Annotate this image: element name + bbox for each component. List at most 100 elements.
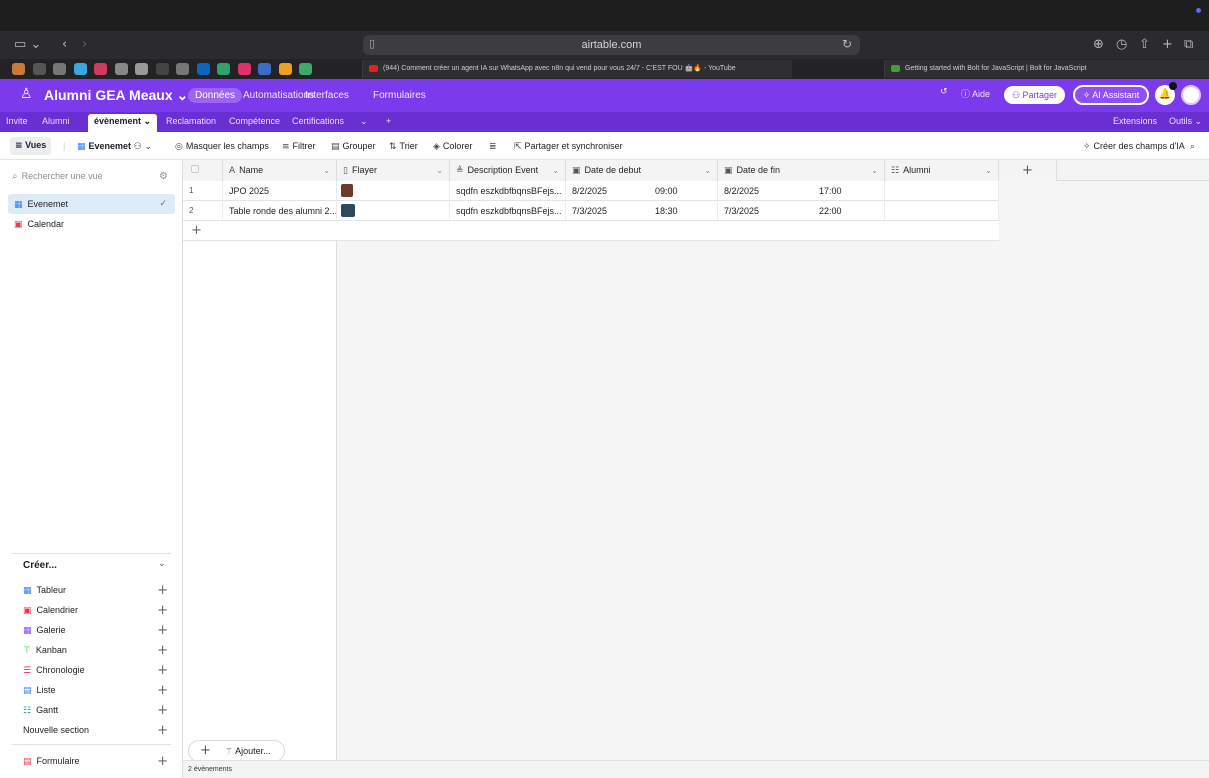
favorite-site-icon[interactable] [217,63,230,75]
cell-end-date[interactable]: 8/2/2025 [718,181,813,201]
nav-interfaces[interactable]: Interfaces [298,88,356,103]
cell-end-time[interactable]: 22:00 [813,201,885,221]
cell-alumni[interactable] [885,181,999,201]
views-toggle-button[interactable]: ≡ Vues [10,137,52,155]
tools-button[interactable]: Outils ⌄ [1169,116,1202,127]
group-button[interactable]: ▤ Grouper [331,141,376,152]
add-field-icon[interactable]: + [999,160,1057,181]
favorite-site-icon[interactable] [32,63,46,75]
cell-start-time[interactable]: 09:00 [649,181,718,201]
cell-start-date[interactable]: 7/3/2025 [566,201,649,221]
favorite-site-icon[interactable] [237,63,251,75]
tab-certifications[interactable]: Certifications [292,116,344,126]
cell-start-time[interactable]: 18:30 [649,201,718,221]
cell-name[interactable]: Table ronde des alumni 2... [223,201,337,221]
row-height-icon[interactable]: ≣ [489,141,500,152]
favorite-site-icon[interactable] [155,63,169,75]
color-button[interactable]: ◈ Colorer [433,141,472,152]
search-icon[interactable]: ⌕ [1190,141,1198,152]
create-nouvelle-section[interactable]: Nouvelle section + [23,723,168,738]
create-gantt[interactable]: ☷ Gantt + [23,703,168,718]
forward-icon[interactable]: › [82,37,87,53]
favorite-site-icon[interactable] [258,63,271,75]
notification-bell-icon[interactable]: 🔔 [1155,82,1177,105]
favorite-site-icon[interactable] [278,63,292,75]
ai-assistant-button[interactable]: ✧ AI Assistant [1073,85,1149,105]
create-chronologie[interactable]: ☰ Chronologie + [23,663,168,678]
share-button[interactable]: ⚇ Partager [1004,86,1065,104]
tab-invite[interactable]: Invite [6,116,28,126]
sidebar-toggle-icon[interactable]: ▭ ⌄ [14,37,41,53]
column-header-date-debut[interactable]: ▣ Date de debut ⌄ [566,160,718,181]
cell-end-date[interactable]: 7/3/2025 [718,201,813,221]
browser-tab-youtube[interactable]: (944) Comment créer un agent IA sur What… [362,60,792,78]
help-button[interactable]: ⓘ Aide [961,87,990,100]
create-tableur[interactable]: ▦ Tableur + [23,583,168,598]
flyer-thumbnail[interactable] [341,204,355,217]
column-header-alumni[interactable]: ☷ Alumni ⌄ [885,160,999,181]
create-liste[interactable]: ▤ Liste + [23,683,168,698]
favorite-site-icon[interactable] [94,63,107,75]
address-bar[interactable]: ▯ airtable.com ↻ [363,35,860,55]
column-header-description[interactable]: ≜ Description Event ⌄ [450,160,566,181]
sidebar-view-evenemet[interactable]: ▦ Evenemet ✓ [8,194,175,214]
hide-fields-button[interactable]: ◎ Masquer les champs [175,141,269,152]
settings-icon[interactable]: ⚙ [159,171,168,182]
ai-fields-button[interactable]: ✧ Créer des champs d'IA [1083,141,1185,152]
cell-alumni[interactable] [885,201,999,221]
favorite-site-icon[interactable] [176,63,189,75]
nav-donnees[interactable]: Données [188,88,243,103]
favorite-site-icon[interactable] [299,63,312,75]
search-view-input[interactable]: ⌕ Rechercher une vue ⚙ [12,171,172,189]
cell-end-time[interactable]: 17:00 [813,181,885,201]
sidebar-view-calendar[interactable]: ▣ Calendar [8,214,175,234]
sort-button[interactable]: ⇅ Trier [389,141,418,152]
cell-flayer[interactable] [337,181,450,201]
favorite-site-icon[interactable] [12,63,25,75]
tab-alumni[interactable]: Alumni [42,116,70,126]
more-tables-icon[interactable]: ⌄ [360,116,368,127]
create-galerie[interactable]: ▦ Galerie + [23,623,168,638]
download-icon[interactable]: ⊕ [1093,37,1104,53]
add-record-button[interactable]: + ⚚ Ajouter... [188,740,285,762]
add-record-row[interactable]: + [183,221,999,241]
browser-tab-bolt[interactable]: Getting started with Bolt for JavaScript… [884,60,1209,78]
current-view-button[interactable]: ▦ Evenemet ⚇ ⌄ [77,141,155,152]
base-name[interactable]: Alumni GEA Meaux ⌄ [44,87,188,104]
cell-description[interactable]: sqdfn eszkdbfbqnsBFejs... [450,201,566,221]
select-all-checkbox[interactable] [183,160,223,181]
column-header-date-fin[interactable]: ▣ Date de fin ⌄ [718,160,885,181]
tab-reclamation[interactable]: Reclamation [166,116,216,126]
share-icon[interactable]: ⇧ [1139,37,1150,53]
column-header-name[interactable]: A Name ⌄ [223,160,337,181]
table-row[interactable]: 2 Table ronde des alumni 2... sqdfn eszk… [183,201,999,221]
share-sync-button[interactable]: ⇱ Partager et synchroniser [514,141,623,152]
avatar[interactable] [1181,85,1201,105]
tab-competence[interactable]: Compétence [229,116,280,126]
cell-description[interactable]: sqdfn eszkdbfbqnsBFejs... [450,181,566,201]
favorite-site-icon[interactable] [53,63,66,75]
cell-start-date[interactable]: 8/2/2025 [566,181,649,201]
back-icon[interactable]: ‹ [62,37,67,53]
column-header-flayer[interactable]: ▯ Flayer ⌄ [337,160,450,181]
filter-button[interactable]: ≡ Filtrer [282,141,316,152]
create-calendrier[interactable]: ▣ Calendrier + [23,603,168,618]
create-formulaire[interactable]: ▤ Formulaire + [23,754,168,769]
chevron-down-icon[interactable]: ⌄ [158,559,166,569]
favorite-site-icon[interactable] [135,63,148,75]
tabs-overview-icon[interactable]: ⧉ [1184,37,1193,53]
extensions-button[interactable]: Extensions [1113,116,1157,126]
table-row[interactable]: 1 JPO 2025 sqdfn eszkdbfbqnsBFejs... 8/2… [183,181,999,201]
tab-evenement[interactable]: évènement ⌄ [88,114,158,132]
favorite-site-icon[interactable] [196,63,210,75]
create-kanban[interactable]: ⊤ Kanban + [23,643,168,658]
add-table-icon[interactable]: + [386,116,391,126]
new-tab-icon[interactable]: + [1162,37,1173,53]
favorite-site-icon[interactable] [114,63,128,75]
cell-name[interactable]: JPO 2025 [223,181,337,201]
history-icon[interactable]: ↺ [940,87,948,97]
cell-flayer[interactable] [337,201,450,221]
flyer-thumbnail[interactable] [341,184,353,197]
reload-icon[interactable]: ↻ [842,37,852,51]
nav-formulaires[interactable]: Formulaires [366,88,433,103]
